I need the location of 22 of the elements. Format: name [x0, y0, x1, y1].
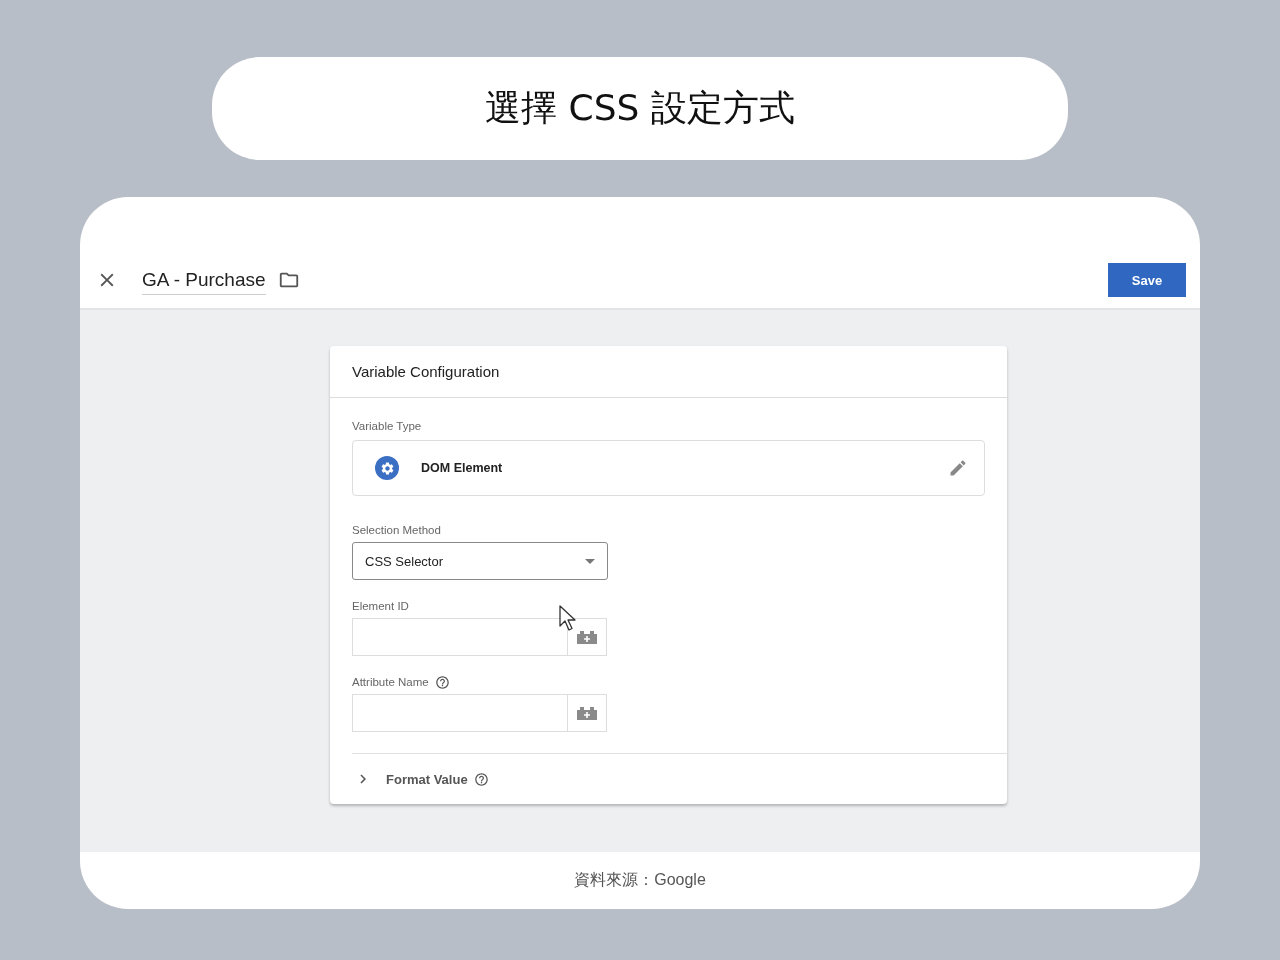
pencil-icon[interactable] — [948, 458, 968, 478]
brick-plus-icon — [576, 706, 598, 720]
input-field[interactable] — [352, 618, 607, 656]
field-label: Variable Type — [352, 419, 423, 434]
slide-title: 選擇 CSS 設定方式 — [485, 86, 795, 130]
dropdown-caret-icon — [585, 558, 595, 564]
help-icon[interactable] — [473, 771, 489, 787]
field-label: Element ID — [352, 600, 409, 612]
input-field[interactable] — [352, 694, 607, 732]
field-label: Attribute Name — [352, 676, 429, 688]
source-caption: 資料來源：Google — [574, 870, 706, 890]
tag-title[interactable]: GA - Purchase — [142, 269, 266, 295]
panel-title: Variable Configuration — [330, 346, 1007, 398]
field-label: Selection Method — [352, 524, 441, 536]
selection-dropdown[interactable]: CSS Selector — [352, 542, 608, 580]
variable-type-card[interactable]: DOM Element — [352, 440, 985, 496]
help-icon[interactable] — [434, 674, 450, 690]
save-button[interactable]: Save — [1108, 263, 1186, 297]
format-value-toggle[interactable]: Format Value — [386, 771, 468, 787]
gear-icon — [375, 456, 399, 480]
cursor-icon — [559, 605, 577, 631]
brick-plus-icon — [576, 630, 598, 644]
